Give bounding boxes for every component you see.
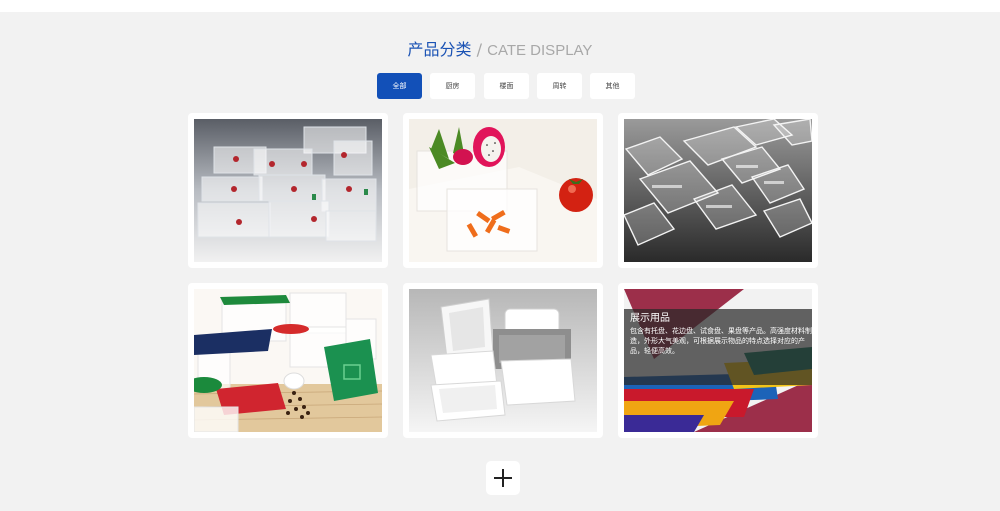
product-image-fruit-container [409, 119, 597, 262]
product-image-display-trays: 展示用品 包含有托盘、花边盘、试食盘、果盘等产品。高强度材料制造，外形大气美观，… [624, 289, 812, 432]
top-bar [0, 0, 1000, 12]
plus-icon [494, 469, 512, 487]
product-card[interactable] [618, 113, 818, 268]
product-image-gastronorm-pans [624, 119, 812, 262]
product-image-storage-containers [194, 119, 382, 262]
product-card[interactable] [403, 113, 603, 268]
section-title-en: CATE DISPLAY [487, 42, 593, 59]
tab-other[interactable]: 其他 [590, 73, 635, 99]
product-info-overlay: 展示用品 包含有托盘、花边盘、试食盘、果盘等产品。高强度材料制造，外形大气美观，… [624, 309, 812, 385]
product-image-bus-tubs [409, 289, 597, 432]
tab-kitchen[interactable]: 厨房 [430, 73, 475, 99]
section-title: 产品分类 / CATE DISPLAY [0, 40, 1000, 61]
product-card[interactable] [188, 283, 388, 438]
overlay-description: 包含有托盘、花边盘、试食盘、果盘等产品。高强度材料制造，外形大气美观，可根据展示… [630, 327, 812, 355]
product-card[interactable] [188, 113, 388, 268]
product-image-square-containers [194, 289, 382, 432]
section-title-zh: 产品分类 [407, 40, 472, 59]
title-separator: / [471, 40, 488, 59]
product-card-display[interactable]: 展示用品 包含有托盘、花边盘、试食盘、果盘等产品。高强度材料制造，外形大气美观，… [618, 283, 818, 438]
product-card[interactable] [403, 283, 603, 438]
tab-turnover[interactable]: 周转 [537, 73, 582, 99]
tab-floor[interactable]: 楼面 [484, 73, 529, 99]
load-more-button[interactable] [486, 461, 520, 495]
tab-all[interactable]: 全部 [377, 73, 422, 99]
overlay-title: 展示用品 [630, 313, 670, 324]
